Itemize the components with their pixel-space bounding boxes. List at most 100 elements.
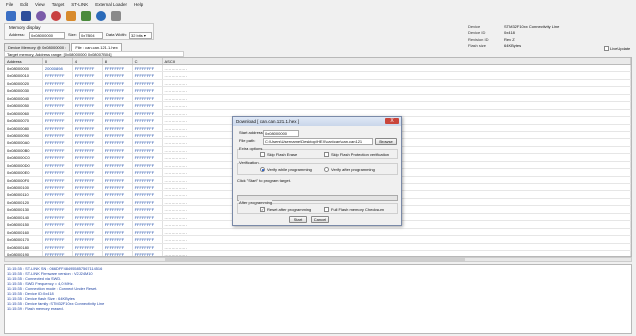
ascii-cell: ................ [163, 94, 631, 102]
data-cell: FFFFFFFF [73, 102, 103, 109]
data-cell: FFFFFFFF [103, 102, 133, 109]
verification-group: Verification Verify while programming Ve… [237, 160, 398, 175]
close-button[interactable]: X [385, 118, 399, 124]
scroll-thumb[interactable] [165, 258, 465, 261]
address-cell: 0x080000E0 [5, 169, 43, 176]
table-row[interactable]: 0x08000020 FFFFFFFF FFFFFFFF FFFFFFFF FFFFFF… [5, 79, 631, 88]
data-cell: FFFFFFFF [103, 228, 133, 236]
device-info-value: STM32F10xx Connectivity Line [504, 23, 560, 29]
data-cell: FFFFFFFF [43, 154, 73, 161]
menu-item-external-loader[interactable]: External Loader [95, 2, 127, 7]
ascii-cell: ................ [163, 102, 631, 109]
data-cell: FFFFFFFF [133, 228, 163, 236]
data-cell: FFFFFFFF [133, 117, 163, 124]
data-cell: FFFFFFFF [43, 206, 73, 213]
settings-icon[interactable] [111, 11, 121, 21]
extra-options-label: Extra options [239, 146, 263, 152]
table-row[interactable]: 0x08000040 FFFFFFFF FFFFFFFF FFFFFFFF FFFFFF… [5, 94, 631, 103]
cancel-button[interactable]: Cancel [311, 216, 329, 223]
start-address-input[interactable]: 0x08000000 [263, 130, 299, 137]
table-row[interactable]: 0x08000010 FFFFFFFF FFFFFFFF FFFFFFFF FFFFFF… [5, 72, 631, 80]
connect-icon[interactable] [36, 11, 46, 21]
file-path-input[interactable]: C:\Users\Username\Desktop\HEX\can\can\ca… [263, 138, 373, 145]
data-cell: FFFFFFFF [43, 124, 73, 131]
size-input[interactable]: 0x7B04 [79, 32, 103, 39]
toolbar [0, 9, 636, 23]
chevron-down-icon: ▾ [143, 33, 146, 38]
skip-flash-erase-checkbox[interactable]: Skip Flash Erase [260, 152, 297, 157]
menu-item-target[interactable]: Target [52, 2, 65, 7]
start-button[interactable]: Start [289, 216, 307, 223]
menu-item-view[interactable]: View [35, 2, 45, 7]
device-info-key: Device [468, 23, 481, 29]
menu-item-st-link[interactable]: ST-LINK [71, 2, 88, 7]
table-row[interactable]: 0x08000170 FFFFFFFF FFFFFFFF FFFFFFFF FFFFFF… [5, 236, 631, 244]
skip-protection-checkbox[interactable]: Skip Flash Protection verification [324, 152, 389, 157]
full-checksum-checkbox[interactable]: Full Flash memory Checksum [324, 207, 384, 212]
data-cell: FFFFFFFF [43, 102, 73, 109]
data-cell: FFFFFFFF [133, 124, 163, 131]
find-icon[interactable] [96, 11, 106, 21]
browse-button[interactable]: Browse [375, 138, 397, 145]
data-cell: FFFFFFFF [103, 184, 133, 191]
menu-item-help[interactable]: Help [134, 2, 143, 7]
data-cell: FFFFFFFF [133, 176, 163, 183]
data-width-select[interactable]: 32 bits ▾ [129, 32, 152, 39]
verify-after-radio[interactable]: Verify after programming [324, 167, 375, 172]
address-cell: 0x08000150 [5, 221, 43, 228]
menu-item-file[interactable]: File [6, 2, 13, 7]
data-cell: FFFFFFFF [133, 109, 163, 117]
data-cell: FFFFFFFF [103, 117, 133, 124]
live-update-checkbox[interactable]: LiveUpdate [604, 46, 630, 51]
verify-after-label: Verify after programming [331, 167, 375, 172]
tab-file[interactable]: File : can.can.121.1.hex [71, 43, 122, 51]
data-cell: FFFFFFFF [103, 236, 133, 243]
checkbox-icon [324, 152, 329, 157]
data-cell: FFFFFFFF [73, 94, 103, 102]
disconnect-icon[interactable] [51, 11, 61, 21]
address-input[interactable]: 0x08000000 [29, 32, 65, 39]
open-icon[interactable] [6, 11, 16, 21]
data-cell: FFFFFFFF [43, 109, 73, 117]
reset-after-label: Reset after programming [267, 207, 312, 212]
device-info-key: Device ID [468, 30, 486, 36]
radio-selected-icon [260, 167, 265, 172]
data-cell: FFFFFFFF [133, 79, 163, 87]
tab-device-memory[interactable]: Device Memory @ 0x08000000 : [4, 43, 71, 51]
checkbox-icon [604, 46, 609, 51]
data-cell: FFFFFFFF [43, 117, 73, 124]
data-cell: FFFFFFFF [103, 176, 133, 183]
data-cell: FFFFFFFF [73, 198, 103, 206]
program-icon[interactable] [81, 11, 91, 21]
data-cell: FFFFFFFF [133, 102, 163, 109]
radio-icon [324, 167, 329, 172]
table-row[interactable]: 0x08000050 FFFFFFFF FFFFFFFF FFFFFFFF FFFFFF… [5, 102, 631, 110]
data-cell: FFFFFFFF [103, 109, 133, 117]
address-cell: 0x080000F0 [5, 176, 43, 183]
data-cell: FFFFFFFF [133, 131, 163, 139]
reset-after-checkbox[interactable]: Reset after programming [260, 207, 311, 212]
log-line: 11:15:39 : Flash memory erased. [7, 306, 64, 311]
data-cell: FFFFFFFF [103, 146, 133, 154]
table-row[interactable]: 0x08000000 20000898 FFFFFFFF FFFFFFFF FFFFFF… [5, 65, 631, 73]
verify-while-radio[interactable]: Verify while programming [260, 167, 312, 172]
address-cell: 0x08000140 [5, 213, 43, 221]
ascii-cell: ................ [163, 65, 631, 72]
table-row[interactable]: 0x08000180 FFFFFFFF FFFFFFFF FFFFFFFF FFFFFF… [5, 243, 631, 251]
col-header: 4 [73, 58, 103, 64]
erase-icon[interactable] [66, 11, 76, 21]
ascii-cell: ................ [163, 236, 631, 243]
table-row[interactable]: 0x08000030 FFFFFFFF FFFFFFFF FFFFFFFF FFFFFF… [5, 87, 631, 95]
horizontal-scrollbar[interactable] [4, 257, 632, 262]
data-cell: FFFFFFFF [73, 184, 103, 191]
data-cell: FFFFFFFF [103, 87, 133, 94]
table-row[interactable]: 0x08000160 FFFFFFFF FFFFFFFF FFFFFFFF FFFFFF… [5, 228, 631, 237]
data-cell: FFFFFFFF [133, 206, 163, 213]
data-cell: FFFFFFFF [133, 198, 163, 206]
data-cell: FFFFFFFF [103, 131, 133, 139]
address-cell: 0x08000010 [5, 72, 43, 79]
save-icon[interactable] [21, 11, 31, 21]
data-cell: FFFFFFFF [103, 206, 133, 213]
data-cell: FFFFFFFF [133, 72, 163, 79]
menu-item-edit[interactable]: Edit [20, 2, 28, 7]
